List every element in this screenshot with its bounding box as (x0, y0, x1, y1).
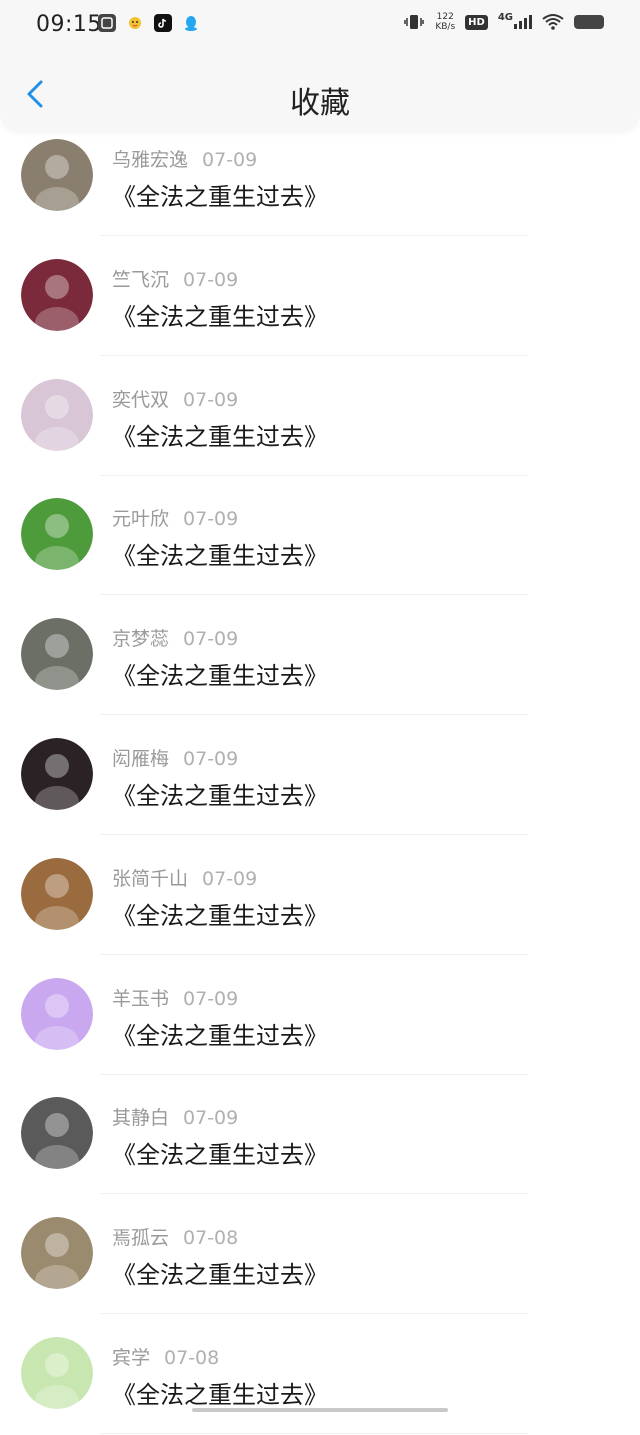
item-meta: 京梦蕊 07-09 (112, 624, 238, 651)
user-name: 竺飞沉 (112, 268, 170, 291)
favorite-item[interactable]: 奕代双 07-09 《全法之重生过去》 (0, 357, 640, 477)
favorite-item[interactable]: 京梦蕊 07-09 《全法之重生过去》 (0, 596, 640, 716)
user-name: 焉孤云 (112, 1227, 170, 1250)
item-meta: 其静白 07-09 (112, 1103, 238, 1130)
avatar[interactable] (21, 1336, 93, 1409)
book-title[interactable]: 《全法之重生过去》 (112, 776, 328, 811)
user-name: 京梦蕊 (112, 628, 170, 651)
book-title[interactable]: 《全法之重生过去》 (112, 1255, 328, 1290)
avatar[interactable] (21, 1097, 93, 1170)
status-time: 09:15 (36, 12, 102, 37)
nav-bar: 收藏 (0, 60, 640, 132)
network-speed-unit: KB/s (435, 22, 456, 32)
favorite-item[interactable]: 宾学 07-08 《全法之重生过去》 (0, 1315, 640, 1435)
avatar[interactable] (21, 378, 93, 451)
book-title[interactable]: 《全法之重生过去》 (112, 417, 328, 452)
network-speed: 122 KB/s (435, 12, 455, 32)
avatar[interactable] (21, 737, 93, 810)
tiktok-icon (154, 14, 172, 32)
avatar[interactable] (21, 258, 93, 331)
item-meta: 焉孤云 07-08 (112, 1223, 238, 1250)
book-title[interactable]: 《全法之重生过去》 (112, 297, 328, 332)
favorite-item[interactable]: 闳雁梅 07-09 《全法之重生过去》 (0, 716, 640, 836)
avatar[interactable] (21, 977, 93, 1050)
item-date: 07-09 (202, 149, 258, 171)
home-indicator[interactable] (192, 1408, 448, 1412)
user-name: 宾学 (112, 1346, 151, 1369)
favorite-item[interactable]: 张简千山 07-09 《全法之重生过去》 (0, 836, 640, 956)
wifi-icon (542, 14, 564, 30)
signal-bars-icon (514, 15, 532, 29)
status-bar: 09:15 122 KB/s HD 4G (0, 0, 640, 50)
item-meta: 闳雁梅 07-09 (112, 744, 238, 771)
item-date: 07-09 (183, 1107, 239, 1130)
favorite-item[interactable]: 羊玉书 07-09 《全法之重生过去》 (0, 956, 640, 1076)
item-date: 07-08 (183, 1227, 239, 1250)
cellular-signal: 4G (497, 12, 532, 29)
header: 09:15 122 KB/s HD 4G 收藏 (0, 0, 640, 132)
book-title[interactable]: 《全法之重生过去》 (112, 1375, 328, 1410)
book-title[interactable]: 《全法之重生过去》 (112, 177, 328, 212)
battery-icon (574, 15, 604, 29)
book-title[interactable]: 《全法之重生过去》 (112, 1135, 328, 1170)
book-title[interactable]: 《全法之重生过去》 (112, 656, 328, 691)
status-notification-icons (98, 14, 200, 32)
favorite-item[interactable]: 竺飞沉 07-09 《全法之重生过去》 (0, 237, 640, 357)
item-meta: 乌雅宏逸 07-09 (112, 145, 257, 172)
app-notification-icon (98, 14, 116, 32)
item-date: 07-09 (183, 628, 239, 651)
avatar[interactable] (21, 1217, 93, 1290)
signal-type-label: 4G (497, 12, 513, 23)
avatar[interactable] (21, 618, 93, 691)
status-system-icons: 122 KB/s HD 4G (403, 12, 604, 32)
item-date: 07-08 (164, 1346, 220, 1369)
favorite-item[interactable]: 焉孤云 07-08 《全法之重生过去》 (0, 1195, 640, 1315)
item-date: 07-09 (202, 867, 258, 890)
item-meta: 元叶欣 07-09 (112, 504, 238, 531)
user-name: 张简千山 (112, 867, 189, 890)
network-speed-value: 122 (436, 12, 454, 22)
user-name: 其静白 (112, 1107, 170, 1130)
book-title[interactable]: 《全法之重生过去》 (112, 536, 328, 571)
user-name: 元叶欣 (112, 508, 170, 531)
book-title[interactable]: 《全法之重生过去》 (112, 896, 328, 931)
vibrate-icon (404, 15, 425, 29)
user-name: 闳雁梅 (112, 747, 170, 770)
book-title[interactable]: 《全法之重生过去》 (112, 1016, 328, 1051)
avatar[interactable] (21, 139, 93, 211)
item-meta: 奕代双 07-09 (112, 385, 238, 412)
item-meta: 张简千山 07-09 (112, 864, 257, 891)
user-name: 羊玉书 (112, 987, 170, 1010)
item-date: 07-09 (183, 268, 239, 291)
favorite-item[interactable]: 乌雅宏逸 07-09 《全法之重生过去》 (0, 117, 640, 237)
favorites-list: 乌雅宏逸 07-09 《全法之重生过去》 竺飞沉 07-09 《全法之重生过去》 奕… (0, 117, 640, 1435)
item-date: 07-09 (183, 508, 239, 531)
item-date: 07-09 (183, 388, 239, 411)
avatar[interactable] (21, 857, 93, 930)
item-date: 07-09 (183, 987, 239, 1010)
item-meta: 羊玉书 07-09 (112, 984, 238, 1011)
favorite-item[interactable]: 元叶欣 07-09 《全法之重生过去》 (0, 476, 640, 596)
divider (100, 1432, 528, 1434)
item-meta: 宾学 07-08 (112, 1343, 219, 1370)
favorite-item[interactable]: 其静白 07-09 《全法之重生过去》 (0, 1075, 640, 1195)
hd-badge: HD (465, 14, 488, 30)
avatar[interactable] (21, 498, 93, 571)
item-meta: 竺飞沉 07-09 (112, 265, 238, 292)
qq-icon (182, 14, 200, 32)
user-name: 奕代双 (112, 388, 170, 411)
item-date: 07-09 (183, 747, 239, 770)
duck-app-icon (126, 14, 144, 32)
user-name: 乌雅宏逸 (112, 149, 189, 171)
page-title: 收藏 (290, 86, 350, 121)
